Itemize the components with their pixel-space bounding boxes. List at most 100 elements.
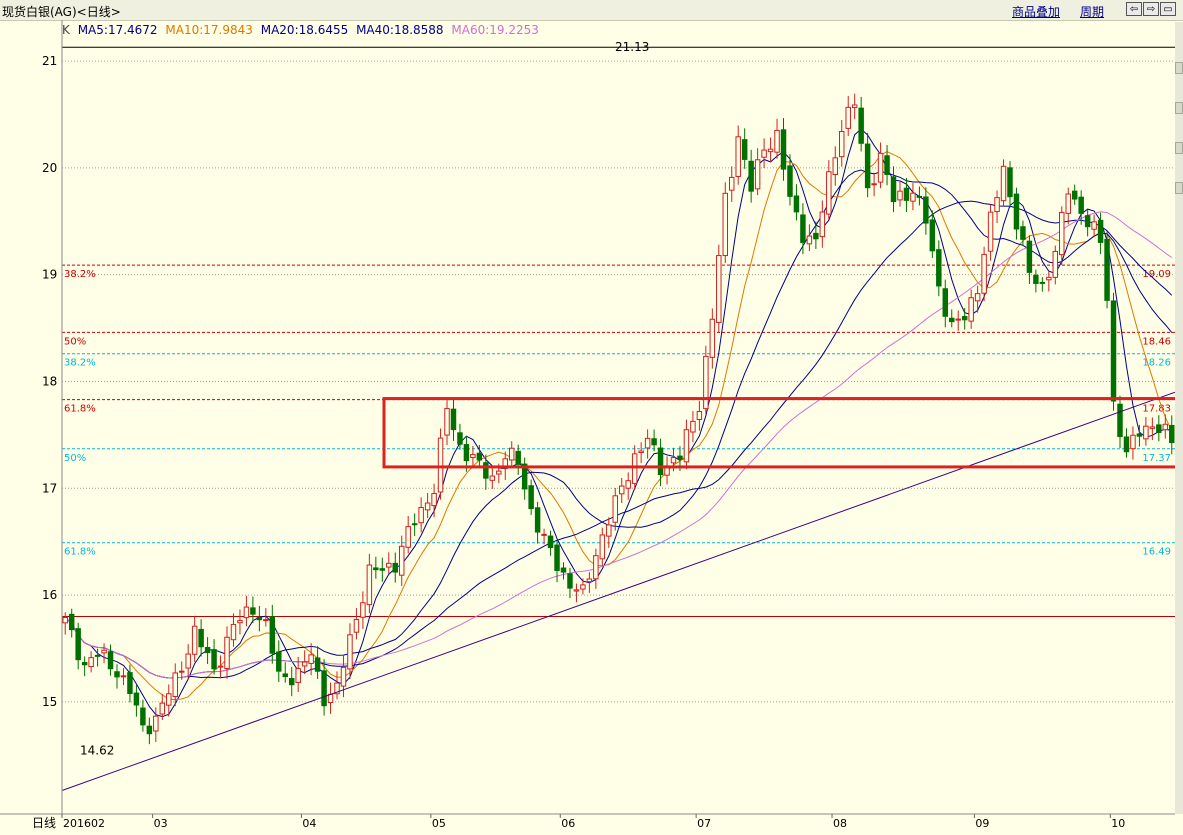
candle [334, 671, 340, 700]
candle [1104, 231, 1110, 309]
candle-body [301, 661, 308, 667]
candle [88, 651, 94, 673]
candle [541, 528, 547, 545]
candle [237, 609, 243, 635]
candle [722, 182, 729, 264]
candle [353, 608, 360, 640]
candle [114, 664, 120, 689]
scroll-right-icon[interactable]: ⇨ [1143, 2, 1159, 16]
month-label: 05 [432, 817, 446, 830]
candle [949, 309, 955, 328]
candle [826, 160, 832, 220]
candle [1026, 235, 1033, 285]
candle-body [651, 438, 657, 446]
candle [405, 516, 411, 554]
ma5-legend: MA5:17.4672 [77, 23, 158, 37]
candle [140, 699, 146, 732]
candle-body [470, 454, 476, 459]
month-label: 03 [154, 817, 168, 830]
candle-body [1169, 424, 1175, 444]
scroll-tick[interactable] [1175, 62, 1183, 74]
candle [793, 184, 800, 221]
candle-body [230, 623, 237, 641]
candle-body [703, 355, 709, 410]
candle-body [916, 195, 923, 198]
candle-body [366, 564, 373, 606]
kline-chart[interactable]: 38.2% 19.0950% 18.4638.2% 18.2661.8% 17.8350… [0, 20, 1175, 835]
candle [716, 244, 722, 333]
candle-body [690, 420, 696, 433]
candle [1156, 415, 1162, 442]
candle [839, 120, 845, 167]
candle [690, 411, 696, 443]
candle-body [884, 155, 890, 175]
candle [314, 646, 321, 679]
month-label: 08 [833, 817, 847, 830]
candle [819, 200, 826, 248]
candle-body [839, 131, 845, 158]
candle-body [826, 171, 832, 215]
candle-body [373, 567, 379, 571]
y-tick-label: 20 [42, 161, 57, 175]
candle-body [166, 693, 172, 706]
candle-body [1026, 240, 1033, 273]
scroll-tick[interactable] [1175, 102, 1183, 114]
candle [224, 626, 230, 679]
candle-body [968, 297, 974, 322]
ma40-line [64, 200, 1173, 679]
candle-body [431, 493, 437, 507]
candle [644, 429, 651, 459]
candle-body [476, 452, 483, 461]
candle [360, 591, 366, 629]
candle-body [1156, 424, 1162, 433]
candle-body [1071, 190, 1078, 200]
candle-body [282, 673, 288, 678]
fib-left-label: 61.8% [64, 404, 96, 415]
candle [832, 146, 839, 186]
period-button[interactable]: 周期 [1080, 3, 1104, 20]
candle-body [716, 255, 722, 323]
candle [974, 285, 981, 313]
candle [573, 583, 580, 603]
candle [301, 650, 308, 675]
candle-body [787, 165, 793, 197]
candle-body [573, 589, 580, 592]
scroll-tick[interactable] [1175, 182, 1183, 194]
candle-body [800, 214, 806, 244]
candle-body [871, 183, 877, 186]
candle-body [120, 675, 127, 678]
candle-body [379, 568, 386, 571]
candle-body [1117, 403, 1123, 438]
month-label: 201602 [63, 817, 105, 830]
overlay-commodity-button[interactable]: 商品叠加 [1012, 3, 1060, 20]
candle [528, 479, 534, 515]
candle-body [211, 649, 217, 670]
candle [276, 640, 282, 683]
candle-body [761, 149, 767, 158]
candle-body [405, 526, 411, 548]
candle-body [593, 555, 599, 580]
candle-body [392, 562, 398, 573]
candle-body [172, 672, 178, 698]
scroll-tick[interactable] [1175, 142, 1183, 154]
candle [754, 148, 761, 196]
candle [211, 639, 217, 675]
candle-body [683, 429, 690, 463]
candle-body [107, 651, 114, 670]
ma-legend: K MA5:17.4672 MA10:17.9843 MA20:18.6455 … [62, 23, 543, 37]
y-tick-label: 21 [42, 54, 57, 68]
candle-body [444, 408, 450, 436]
candle-body [101, 649, 107, 654]
candle [437, 428, 444, 500]
candle-body [288, 678, 295, 686]
candle [683, 419, 690, 470]
candle-body [890, 176, 897, 203]
scroll-left-icon[interactable]: ⇦ [1126, 2, 1142, 16]
right-scrollbar[interactable] [1175, 22, 1183, 814]
candle [379, 557, 386, 582]
candle-body [754, 159, 761, 190]
fib-left-label: 38.2% [64, 269, 96, 280]
fullscreen-icon[interactable]: ▭ [1160, 2, 1176, 16]
candle-body [974, 293, 981, 302]
candle [1149, 417, 1156, 441]
